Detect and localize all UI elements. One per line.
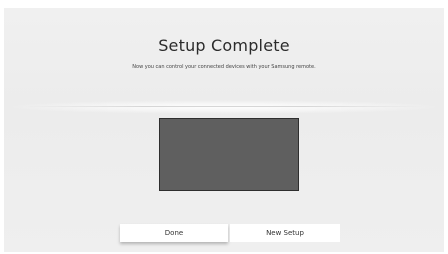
new-setup-button[interactable]: New Setup xyxy=(230,224,340,242)
page-title: Setup Complete xyxy=(158,36,290,55)
divider xyxy=(24,106,424,107)
done-button[interactable]: Done xyxy=(120,224,228,242)
page-subtitle: Now you can control your connected devic… xyxy=(132,64,316,70)
remote-preview-image xyxy=(159,118,299,191)
setup-complete-screen: Setup Complete Now you can control your … xyxy=(4,8,444,252)
header-glow xyxy=(4,100,444,114)
